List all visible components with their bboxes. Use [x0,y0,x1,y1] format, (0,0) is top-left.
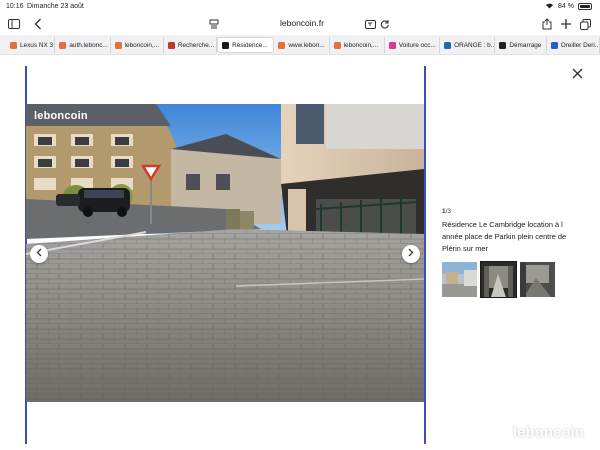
tab-label: leboncoin,... [124,41,160,49]
tab-bar: Lexus NX 3 auth.lebonc... leboncoin,... Rec… [6,37,600,53]
tab-favicon-icon [59,41,67,49]
tab-favicon-icon [114,41,122,49]
tab-favicon-icon [10,41,17,49]
tab-favicon-icon [550,41,558,49]
thumbnail-3[interactable] [520,262,555,297]
browser-tab[interactable]: Résidence... [217,37,275,53]
reader-icon[interactable] [206,16,222,32]
tab-label: leboncoin,... [343,41,379,49]
photo-counter-total: /3 [445,208,452,215]
chevron-right-icon [408,248,414,260]
wifi-icon [545,2,554,11]
browser-tab[interactable]: www.lebon... [274,37,330,53]
battery-icon [578,3,592,10]
tab-favicon-icon [278,41,286,49]
status-time: 10:16 [6,3,24,10]
tab-label: Recherche... [177,41,215,49]
tab-favicon-icon [388,41,396,49]
previous-photo-button[interactable] [30,245,48,263]
tab-label: auth.lebonc... [69,41,108,49]
tab-label: Oreiller Deri... [560,41,600,49]
chevron-left-icon [36,248,42,260]
tab-label: ORANGE : b... [454,41,496,49]
tabs-overview-icon[interactable] [577,16,593,32]
browser-tab[interactable]: ORANGE : b... [440,37,496,53]
tab-label: www.lebon... [288,41,325,49]
browser-tab[interactable]: Voiture occ... [385,37,441,53]
back-icon[interactable] [30,16,46,32]
share-icon[interactable] [539,16,555,32]
browser-tab[interactable]: Démarrage [495,37,547,53]
browser-tab[interactable]: Recherche... [164,37,218,53]
status-bar: 10:16 Dimanche 23 août 84 % [0,0,600,13]
browser-tab[interactable]: Oreiller Deri... [547,37,600,53]
tab-favicon-icon [333,41,341,49]
browser-tab[interactable]: leboncoin,... [330,37,385,53]
next-photo-button[interactable] [402,245,420,263]
reload-icon[interactable] [377,16,393,32]
browser-toolbar: leboncoin.fr [0,13,600,35]
listing-title: Résidence Le Cambridge location à l anné… [442,220,567,253]
gallery-frame-right [424,66,426,444]
status-right: 84 % [545,2,592,11]
tab-label: Voiture occ... [398,41,436,49]
main-photo [26,104,424,402]
new-tab-icon[interactable] [558,16,574,32]
photo-counter: 1/3 [442,208,451,215]
browser-tab[interactable]: auth.lebonc... [55,37,111,53]
tab-label: Démarrage [509,41,542,49]
tab-favicon-icon [167,41,175,49]
address-bar[interactable]: leboncoin.fr [280,18,324,28]
status-date: Dimanche 23 août [27,3,84,10]
thumbnail-2[interactable] [480,261,517,298]
tab-favicon-icon [444,41,452,49]
translate-icon[interactable] [362,16,378,32]
close-gallery-button[interactable] [572,66,583,83]
sidebar-icon[interactable] [6,16,22,32]
tab-label: Résidence... [232,41,268,49]
browser-tab[interactable]: Lexus NX 3 [6,37,56,53]
battery-percent: 84 % [558,3,574,10]
leboncoin-watermark: leboncoin [513,424,584,441]
thumbnail-1[interactable] [442,262,477,297]
tab-favicon-icon [499,41,507,49]
browser-tab[interactable]: leboncoin,... [111,37,164,53]
close-icon [572,66,583,83]
tab-label: Lexus NX 3 [20,41,54,49]
photo-watermark-logo: leboncoin [34,110,88,122]
tab-favicon-icon [222,41,230,49]
